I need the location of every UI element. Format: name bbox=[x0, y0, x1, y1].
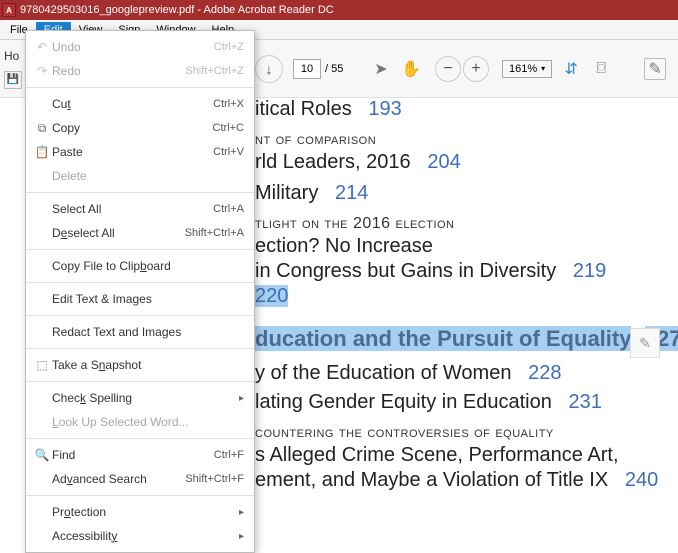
menu-item-label: Delete bbox=[52, 169, 244, 183]
menu-item-edit-text-images[interactable]: Edit Text & Images bbox=[26, 287, 254, 311]
menu-item-find[interactable]: 🔍FindCtrl+F bbox=[26, 443, 254, 467]
menu-item-copy[interactable]: ⧉CopyCtrl+C bbox=[26, 116, 254, 140]
menu-item-label: Copy File to Clipboard bbox=[52, 259, 244, 273]
menu-item-label: Take a Snapshot bbox=[52, 358, 244, 372]
page-number-input[interactable] bbox=[293, 59, 321, 79]
zoom-out-icon[interactable]: − bbox=[435, 56, 461, 82]
annotation-edit-icon[interactable]: ✎ bbox=[630, 328, 660, 358]
menu-item-icon: ⧉ bbox=[32, 121, 52, 136]
menu-item-label: Edit Text & Images bbox=[52, 292, 244, 306]
menu-item-label: Cut bbox=[52, 97, 213, 111]
menu-item-deselect-all[interactable]: Deselect AllShift+Ctrl+A bbox=[26, 221, 254, 245]
menu-item-shortcut: Ctrl+X bbox=[213, 98, 244, 110]
comment-icon[interactable]: ✎ bbox=[644, 58, 666, 80]
menu-item-icon: ↶ bbox=[32, 40, 52, 54]
submenu-arrow-icon bbox=[233, 530, 244, 542]
menu-item-delete: Delete bbox=[26, 164, 254, 188]
hand-icon[interactable]: ✋ bbox=[400, 58, 422, 80]
zoom-in-icon[interactable]: + bbox=[463, 56, 489, 82]
menu-item-shortcut: Shift+Ctrl+F bbox=[185, 473, 244, 485]
fit-width-icon[interactable]: ⇵ bbox=[560, 58, 582, 80]
pointer-icon[interactable]: ➤ bbox=[370, 58, 392, 80]
menu-item-look-up-selected-word: Look Up Selected Word... bbox=[26, 410, 254, 434]
page-indicator: / 55 bbox=[293, 59, 343, 79]
menu-item-advanced-search[interactable]: Advanced SearchShift+Ctrl+F bbox=[26, 467, 254, 491]
menu-item-label: Undo bbox=[52, 40, 214, 54]
menu-item-label: Check Spelling bbox=[52, 391, 233, 405]
menu-item-accessibility[interactable]: Accessibility bbox=[26, 524, 254, 548]
menu-item-cut[interactable]: CutCtrl+X bbox=[26, 92, 254, 116]
page-down-icon[interactable]: ↓ bbox=[255, 55, 283, 83]
menu-item-icon: ⬚ bbox=[32, 358, 52, 372]
menu-item-label: Protection bbox=[52, 505, 233, 519]
menu-item-shortcut: Shift+Ctrl+Z bbox=[185, 65, 244, 77]
menu-item-redact-text-and-images[interactable]: Redact Text and Images bbox=[26, 320, 254, 344]
menu-item-icon: 🔍 bbox=[32, 448, 52, 462]
menu-item-label: Advanced Search bbox=[52, 472, 185, 486]
menu-item-label: Select All bbox=[52, 202, 213, 216]
menu-item-icon: ↷ bbox=[32, 64, 52, 78]
menu-item-label: Redact Text and Images bbox=[52, 325, 244, 339]
menu-item-copy-file-to-clipboard[interactable]: Copy File to Clipboard bbox=[26, 254, 254, 278]
menu-item-label: Redo bbox=[52, 64, 185, 78]
menu-item-redo: ↷RedoShift+Ctrl+Z bbox=[26, 59, 254, 83]
submenu-arrow-icon bbox=[233, 506, 244, 518]
app-icon: A bbox=[2, 3, 16, 17]
menu-item-label: Paste bbox=[52, 145, 213, 159]
menu-item-shortcut: Shift+Ctrl+A bbox=[185, 227, 244, 239]
menu-item-label: Deselect All bbox=[52, 226, 185, 240]
save-icon[interactable]: 💾 bbox=[4, 71, 22, 89]
page-display-icon[interactable]: ⌼ bbox=[590, 58, 612, 80]
menu-item-label: Look Up Selected Word... bbox=[52, 415, 244, 429]
menu-item-shortcut: Ctrl+V bbox=[213, 146, 244, 158]
home-button[interactable]: Ho bbox=[4, 49, 22, 63]
menu-item-label: Find bbox=[52, 448, 214, 462]
menu-item-protection[interactable]: Protection bbox=[26, 500, 254, 524]
menu-item-shortcut: Ctrl+A bbox=[213, 203, 244, 215]
menu-item-shortcut: Ctrl+Z bbox=[214, 41, 244, 53]
menu-item-undo: ↶UndoCtrl+Z bbox=[26, 35, 254, 59]
page-total: / 55 bbox=[325, 63, 343, 75]
menu-item-take-a-snapshot[interactable]: ⬚Take a Snapshot bbox=[26, 353, 254, 377]
menu-item-shortcut: Ctrl+F bbox=[214, 449, 244, 461]
menu-item-label: Accessibility bbox=[52, 529, 233, 543]
edit-menu-dropdown: ↶UndoCtrl+Z↷RedoShift+Ctrl+ZCutCtrl+X⧉Co… bbox=[25, 30, 255, 553]
menu-item-check-spelling[interactable]: Check Spelling bbox=[26, 386, 254, 410]
page-content: itical Roles 193 nt of comparison rld Le… bbox=[255, 98, 675, 500]
submenu-arrow-icon bbox=[233, 392, 244, 404]
menu-item-label: Copy bbox=[52, 121, 213, 135]
menu-item-icon: 📋 bbox=[32, 145, 52, 159]
window-title: 9780429503016_googlepreview.pdf - Adobe … bbox=[20, 4, 334, 16]
titlebar: A 9780429503016_googlepreview.pdf - Adob… bbox=[0, 0, 678, 20]
menu-item-paste[interactable]: 📋PasteCtrl+V bbox=[26, 140, 254, 164]
zoom-dropdown[interactable]: 161% bbox=[502, 60, 552, 78]
menu-item-select-all[interactable]: Select AllCtrl+A bbox=[26, 197, 254, 221]
menu-item-shortcut: Ctrl+C bbox=[213, 122, 244, 134]
